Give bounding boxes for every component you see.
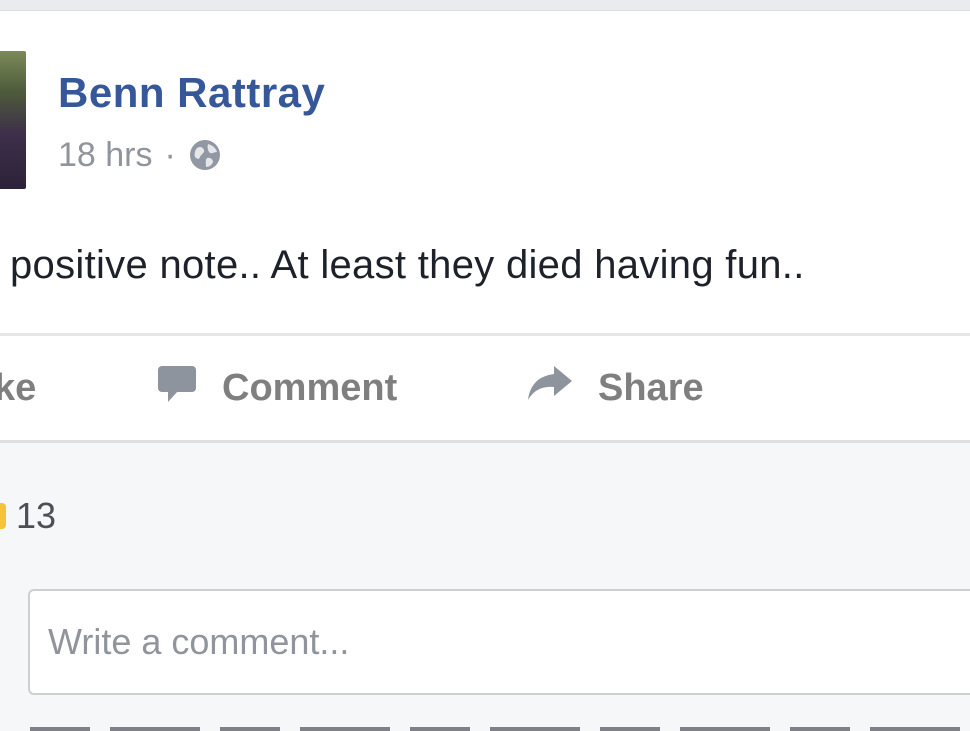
reaction-count: 13: [16, 495, 57, 536]
author-avatar[interactable]: [0, 51, 26, 189]
author-name[interactable]: Benn Rattray: [58, 69, 325, 117]
share-label: Share: [598, 366, 704, 409]
like-reaction-icon: [0, 503, 6, 529]
post-card: Benn Rattray 18 hrs · positive note.. At…: [0, 10, 970, 731]
reactions-summary[interactable]: 13: [0, 493, 56, 539]
like-label: ke: [0, 366, 37, 409]
comment-label: Comment: [222, 366, 398, 409]
share-button[interactable]: Share: [526, 336, 704, 440]
comment-input[interactable]: [28, 589, 970, 695]
comment-icon: [156, 362, 198, 414]
like-button[interactable]: ke: [0, 336, 36, 440]
globe-icon[interactable]: [188, 138, 222, 172]
comment-button[interactable]: Comment: [156, 336, 397, 440]
share-arrow-icon: [526, 362, 574, 414]
meta-separator: ·: [164, 135, 176, 174]
post-actions: ke Comment Share: [0, 336, 970, 440]
post-timestamp[interactable]: 18 hrs: [58, 136, 153, 175]
comments-section: 13: [0, 443, 970, 731]
post-meta: 18 hrs ·: [58, 135, 222, 175]
post-text: positive note.. At least they died havin…: [10, 243, 805, 287]
